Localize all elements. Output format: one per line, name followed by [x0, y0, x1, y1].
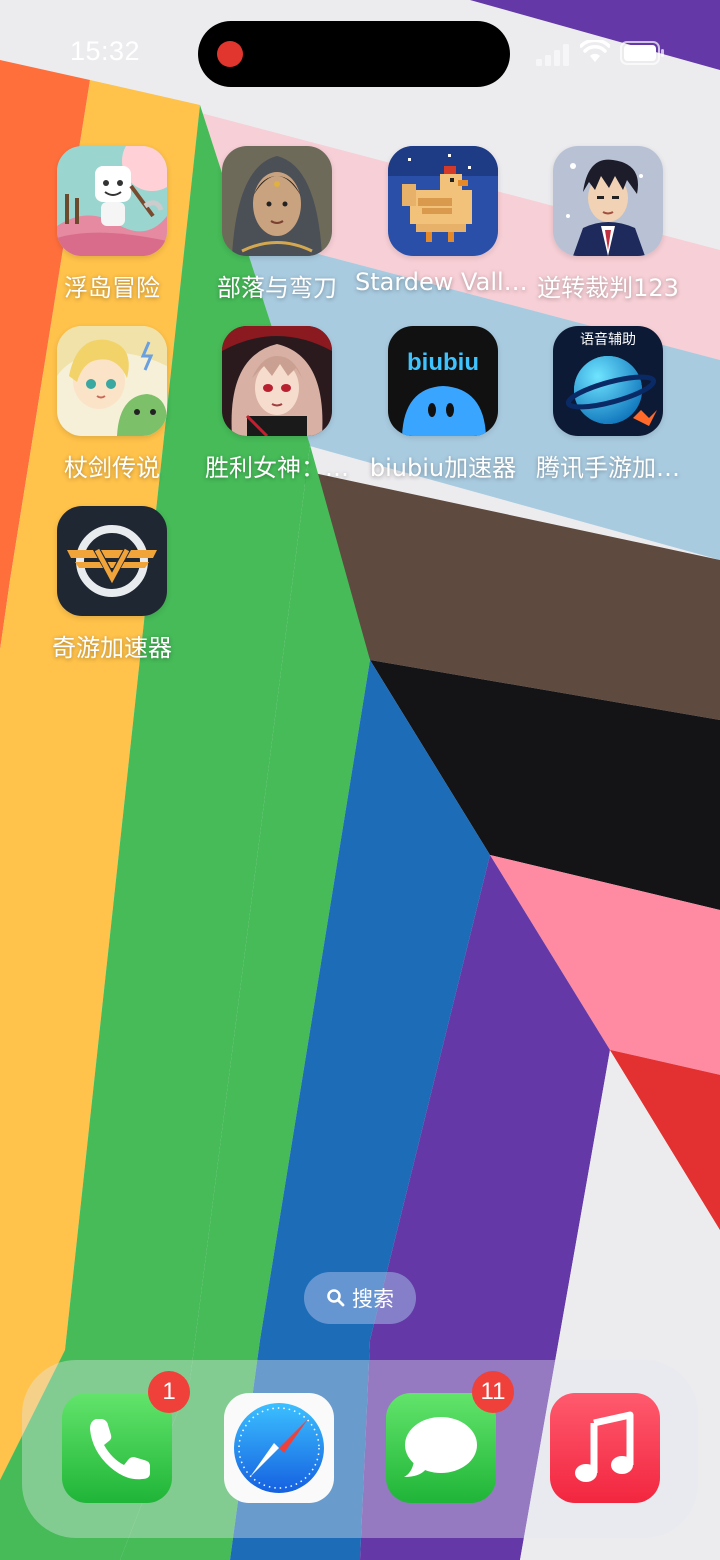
battery-icon — [620, 41, 664, 65]
app-label: 胜利女神：… — [205, 454, 349, 482]
biubiu-accelerator-icon[interactable]: biubiu — [388, 326, 498, 436]
app-label: Stardew Valley — [355, 268, 533, 296]
wifi-icon — [580, 40, 610, 62]
app-label: 奇游加速器 — [52, 634, 172, 662]
music-note-icon — [550, 1393, 660, 1503]
search-button[interactable]: 搜索 — [304, 1272, 416, 1324]
app-qiyou[interactable]: 奇游加速器 — [22, 506, 202, 663]
phone-icon — [62, 1393, 172, 1503]
dynamic-island — [198, 21, 510, 87]
app-stardew-valley[interactable]: Stardew Valley — [353, 146, 533, 296]
app-label: 部落与弯刀 — [217, 274, 337, 302]
app-sword-legend[interactable]: 杖剑传说 — [22, 326, 202, 483]
nikke-game-icon[interactable] — [222, 326, 332, 436]
ace-attorney-icon[interactable] — [553, 146, 663, 256]
app-biubiu[interactable]: biubiu biubiu加速器 — [353, 326, 533, 483]
notification-badge: 1 — [148, 1371, 190, 1413]
app-tribe-and-scimitar[interactable]: 部落与弯刀 — [187, 146, 367, 303]
floating-island-game-icon[interactable] — [57, 146, 167, 256]
biubiu-logo-text: biubiu — [407, 349, 479, 376]
app-tencent-game-booster[interactable]: 语音辅助 腾讯手游加… — [518, 326, 698, 483]
dock-messages[interactable]: 11 — [386, 1371, 514, 1503]
cellular-signal-icon — [536, 44, 569, 66]
home-screen: 15:32 浮岛冒险 部落与弯刀 Stardew Valley 逆转裁判123 … — [0, 0, 720, 1560]
voice-assist-label: 语音辅助 — [580, 331, 636, 348]
search-label: 搜索 — [352, 1287, 394, 1311]
qiyou-accelerator-icon[interactable] — [57, 506, 167, 616]
app-nikke[interactable]: 胜利女神：… — [187, 326, 367, 483]
app-floating-island[interactable]: 浮岛冒险 — [22, 146, 202, 303]
app-label: 杖剑传说 — [64, 454, 160, 482]
tribe-and-scimitar-game-icon[interactable] — [222, 146, 332, 256]
dock-music[interactable] — [550, 1393, 660, 1503]
app-label: biubiu加速器 — [369, 454, 517, 482]
status-time: 15:32 — [70, 36, 141, 66]
app-label: 逆转裁判123 — [537, 274, 679, 302]
tencent-game-booster-icon[interactable]: 语音辅助 — [553, 326, 663, 436]
stardew-chicken-icon[interactable] — [388, 146, 498, 256]
compass-icon — [224, 1393, 334, 1503]
search-icon — [327, 1289, 345, 1307]
app-label: 浮岛冒险 — [64, 274, 160, 302]
dock-safari[interactable] — [224, 1393, 334, 1503]
sword-legend-game-icon[interactable] — [57, 326, 167, 436]
notification-badge: 11 — [472, 1371, 514, 1413]
app-label: 腾讯手游加… — [536, 454, 680, 482]
dock-phone[interactable]: 1 — [62, 1371, 190, 1503]
app-ace-attorney[interactable]: 逆转裁判123 — [518, 146, 698, 303]
recording-indicator-icon — [217, 41, 243, 67]
dock: 1 11 — [22, 1360, 698, 1538]
message-bubble-icon — [386, 1393, 496, 1503]
